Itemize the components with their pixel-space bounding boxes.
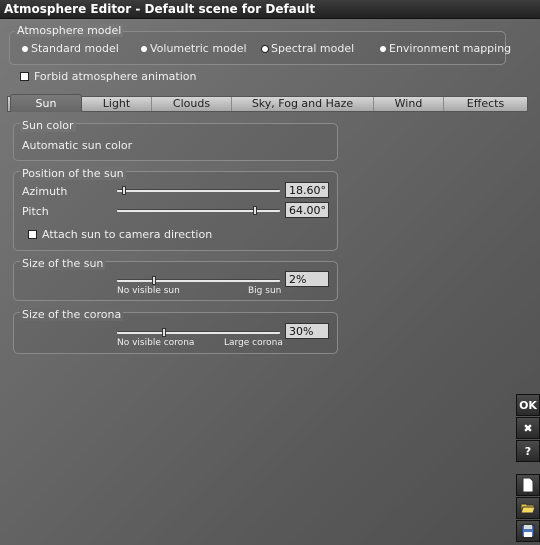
checkbox-label: Attach sun to camera direction: [42, 228, 213, 241]
corona-size-slider-thumb[interactable]: [162, 328, 166, 337]
tab-sun[interactable]: Sun: [10, 94, 82, 112]
sun-size-max-label: Big sun: [248, 286, 282, 296]
forbid-animation-checkbox[interactable]: Forbid atmosphere animation: [20, 70, 197, 83]
tab-wind[interactable]: Wind: [374, 97, 444, 111]
azimuth-slider-thumb[interactable]: [122, 186, 126, 195]
radio-label: Volumetric model: [150, 42, 247, 55]
checkbox-box-icon: [20, 72, 29, 81]
radio-dot-icon: [22, 45, 28, 52]
attach-sun-checkbox[interactable]: Attach sun to camera direction: [28, 228, 212, 241]
sun-color-label: Sun color: [20, 119, 76, 132]
pitch-value-input[interactable]: 64.00°: [285, 202, 329, 218]
azimuth-value-input[interactable]: 18.60°: [285, 182, 329, 198]
open-folder-button[interactable]: [516, 497, 540, 519]
window-title: Atmosphere Editor - Default scene for De…: [0, 0, 540, 19]
radio-dot-icon: [141, 45, 147, 52]
radio-dot-icon: [380, 45, 386, 52]
new-document-button[interactable]: [516, 474, 540, 496]
azimuth-slider[interactable]: [117, 186, 280, 195]
sun-size-slider-thumb[interactable]: [152, 276, 156, 285]
azimuth-label: Azimuth: [22, 185, 68, 198]
corona-size-slider[interactable]: [117, 328, 280, 337]
radio-standard-model[interactable]: Standard model: [22, 42, 119, 55]
sun-color-group: Sun color Automatic sun color: [13, 119, 338, 161]
ok-button[interactable]: OK: [516, 394, 540, 416]
corona-size-value-input[interactable]: 30%: [285, 323, 329, 339]
save-button[interactable]: [516, 520, 540, 542]
sun-size-slider[interactable]: [117, 276, 280, 285]
checkbox-label: Forbid atmosphere animation: [34, 70, 197, 83]
new-document-icon: [522, 477, 534, 493]
atmosphere-model-label: Atmosphere model: [15, 24, 124, 37]
sun-position-group: Position of the sun Azimuth 18.60° Pitch…: [13, 167, 338, 251]
sun-color-value[interactable]: Automatic sun color: [22, 139, 132, 152]
tab-clouds[interactable]: Clouds: [152, 97, 232, 111]
tab-bar: Sun Light Clouds Sky, Fog and Haze Wind …: [7, 94, 528, 112]
atmosphere-model-group: Atmosphere model Standard model Volumetr…: [9, 24, 511, 65]
sun-size-min-label: No visible sun: [117, 286, 180, 296]
cancel-button[interactable]: ✖: [516, 417, 540, 439]
pitch-slider[interactable]: [117, 206, 280, 215]
radio-spectral-model[interactable]: Spectral model: [262, 42, 354, 55]
tab-light[interactable]: Light: [82, 97, 152, 111]
tab-sky-fog-haze[interactable]: Sky, Fog and Haze: [232, 97, 374, 111]
corona-size-max-label: Large corona: [224, 338, 283, 348]
tab-effects[interactable]: Effects: [444, 97, 527, 111]
radio-dot-selected-icon: [262, 45, 268, 52]
sun-position-label: Position of the sun: [20, 167, 126, 180]
help-button[interactable]: ?: [516, 440, 540, 462]
sun-size-group: Size of the sun No visible sun Big sun 2…: [13, 257, 338, 301]
sun-size-value-input[interactable]: 2%: [285, 271, 329, 287]
corona-size-label: Size of the corona: [20, 308, 124, 321]
checkbox-box-icon: [28, 230, 37, 239]
radio-volumetric-model[interactable]: Volumetric model: [141, 42, 247, 55]
save-disk-icon: [521, 524, 535, 538]
open-folder-icon: [520, 503, 536, 514]
sun-size-label: Size of the sun: [20, 257, 106, 270]
radio-label: Environment mapping: [389, 42, 512, 55]
corona-size-min-label: No visible corona: [117, 338, 195, 348]
radio-label: Spectral model: [271, 42, 355, 55]
corona-size-group: Size of the corona No visible corona Lar…: [13, 308, 338, 354]
radio-environment-mapping[interactable]: Environment mapping: [380, 42, 511, 55]
radio-label: Standard model: [31, 42, 119, 55]
pitch-label: Pitch: [22, 205, 49, 218]
pitch-slider-thumb[interactable]: [253, 206, 257, 215]
